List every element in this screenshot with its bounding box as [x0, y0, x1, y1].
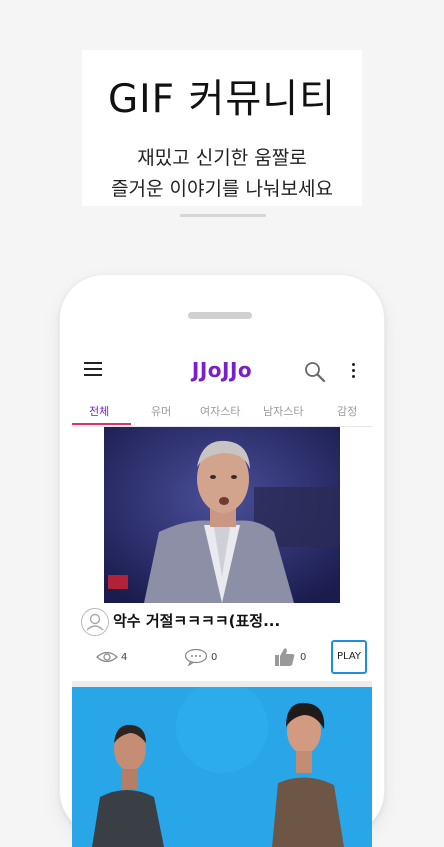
- tab-emotion[interactable]: 감정: [337, 403, 357, 419]
- more-vertical-icon[interactable]: [348, 360, 358, 384]
- likes-stat[interactable]: 0: [274, 647, 314, 667]
- tab-humor[interactable]: 유머: [151, 403, 171, 419]
- tab-all[interactable]: 전체: [89, 403, 109, 419]
- app-bar: JJoJJo: [72, 347, 372, 397]
- comments-stat[interactable]: 0: [184, 647, 224, 667]
- post-card: [72, 687, 372, 847]
- phone-frame: JJoJJo 전체 유머 여자스타 남자스타 감정 악수 거절ㅋㅋㅋㅋ(표정..…: [60, 275, 384, 847]
- gif-thumbnail[interactable]: [72, 687, 372, 847]
- app-screen: JJoJJo 전체 유머 여자스타 남자스타 감정 악수 거절ㅋㅋㅋㅋ(표정..…: [72, 347, 372, 847]
- eye-icon: [96, 651, 118, 663]
- app-logo: JJoJJo: [191, 358, 253, 382]
- promo-divider: [180, 214, 266, 217]
- tab-female-stars[interactable]: 여자스타: [200, 403, 240, 419]
- search-icon[interactable]: [303, 360, 327, 384]
- post-title[interactable]: 악수 거절ㅋㅋㅋㅋ(표정...: [113, 610, 363, 631]
- promo-title: GIF 커뮤니티: [107, 77, 337, 122]
- promo-header: GIF 커뮤니티 재밌고 신기한 움짤로 즐거운 이야기를 나눠보세요: [82, 50, 362, 206]
- user-avatar-icon[interactable]: [81, 608, 109, 636]
- category-tabs: 전체 유머 여자스타 남자스타 감정: [72, 397, 372, 427]
- thumbs-up-icon: [275, 648, 295, 666]
- tab-male-stars[interactable]: 남자스타: [263, 403, 303, 419]
- views-count: 4: [121, 652, 128, 663]
- active-tab-indicator: [72, 423, 131, 425]
- play-button[interactable]: PLAY: [331, 640, 367, 674]
- post-card: 악수 거절ㅋㅋㅋㅋ(표정... 4 0 0 PLAY: [72, 427, 372, 681]
- comment-icon: [184, 648, 208, 666]
- comments-count: 0: [211, 652, 218, 663]
- likes-count: 0: [300, 652, 307, 663]
- promo-subtitle-line2: 즐거운 이야기를 나눠보세요: [111, 178, 333, 200]
- phone-speaker: [188, 312, 252, 319]
- gif-thumbnail[interactable]: [104, 427, 340, 603]
- views-stat: 4: [96, 647, 136, 667]
- promo-subtitle-line1: 재밌고 신기한 움짤로: [137, 147, 307, 169]
